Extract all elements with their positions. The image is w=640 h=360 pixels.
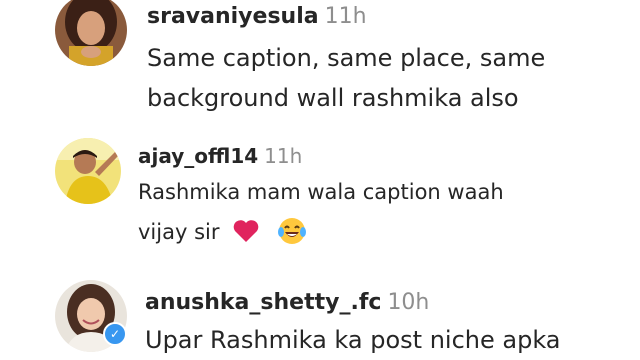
username-text[interactable]: ajay_offl14 [138, 144, 258, 168]
red-heart-emoji-icon [232, 218, 260, 244]
comment-time: 11h [324, 4, 367, 29]
comment-text-line: Rashmika mam wala caption waah [138, 180, 504, 204]
avatar[interactable] [55, 0, 127, 66]
avatar[interactable] [55, 138, 121, 204]
woman-portrait-avatar-icon [55, 0, 127, 66]
comment-text: vijay sir [138, 220, 220, 244]
comment-item: ajay_offl14 11h Rashmika mam wala caption… [0, 128, 640, 268]
comment-time: 10h [387, 290, 430, 315]
comment-username[interactable]: sravaniyesula 11h [147, 4, 367, 29]
laughing-tears-emoji-icon [277, 216, 307, 246]
comment-text-line: Upar Rashmika ka post niche apka [145, 326, 561, 354]
comment-item: ✓ anushka_shetty_.fc 10h Upar Rashmika ka… [0, 268, 640, 360]
username-text[interactable]: sravaniyesula [147, 4, 319, 29]
username-text[interactable]: anushka_shetty_.fc [145, 290, 381, 315]
comment-username[interactable]: ajay_offl14 11h [138, 144, 302, 168]
comment-text-line: background wall rashmika also [147, 84, 519, 112]
comment-item: sravaniyesula 11h Same caption, same plac… [0, 0, 640, 128]
comment-username[interactable]: anushka_shetty_.fc 10h [145, 290, 429, 315]
man-yellow-shirt-avatar-icon [55, 138, 121, 204]
comment-time: 11h [264, 144, 303, 168]
comment-text-line-with-emoji: vijay sir [138, 218, 307, 248]
verified-badge-icon: ✓ [103, 322, 127, 346]
comment-text-line: Same caption, same place, same [147, 44, 546, 72]
